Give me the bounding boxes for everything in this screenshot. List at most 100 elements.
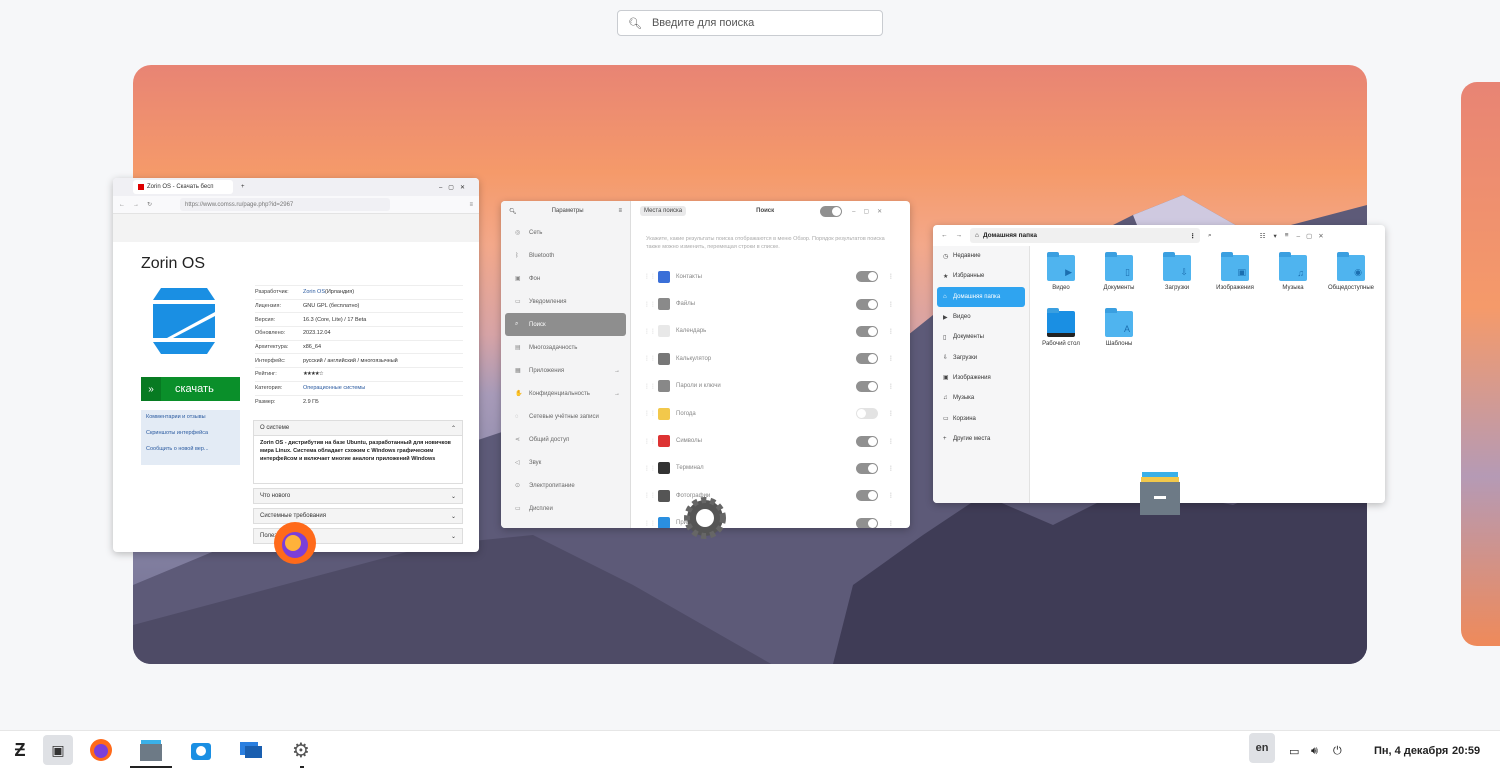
row-toggle[interactable] <box>856 271 878 283</box>
sidebar-item-multitasking[interactable]: ▤ Многозадачность <box>505 336 626 359</box>
sidebar-item-other[interactable]: + Другие места <box>937 429 1025 449</box>
files-window[interactable]: ← → ⌂ Домашняя папка ⋮ ⌕ ☷ ▾ ≡ –▢✕ ◷ Недавни… <box>933 225 1385 503</box>
more-icon[interactable]: ⋮ <box>1190 232 1197 240</box>
date-label[interactable]: Пн, 4 декабря <box>1374 745 1448 757</box>
window-controls[interactable]: –▢✕ <box>1297 232 1330 240</box>
more-icon[interactable]: ⋮ <box>888 301 894 308</box>
files-icon[interactable] <box>136 735 166 765</box>
more-icon[interactable]: ⋮ <box>888 465 894 472</box>
zorin-menu-icon[interactable]: Ƶ <box>5 735 35 765</box>
sidebar-item-sound[interactable]: ◁ Звук <box>505 451 626 474</box>
section-news[interactable]: Что нового ⌄ <box>253 488 463 504</box>
drag-handle-icon[interactable]: ⋮⋮ <box>644 492 658 499</box>
more-icon[interactable]: ⋮ <box>888 492 894 499</box>
sidebar-item-notifications[interactable]: ▭ Уведомления <box>505 290 626 313</box>
menu-icon[interactable]: ≡ <box>618 208 622 214</box>
sidebar-item-search[interactable]: ⌕ Поиск <box>505 313 626 336</box>
sidebar-item-music[interactable]: ♫ Музыка <box>937 388 1025 408</box>
sidebar-item-displays[interactable]: ▭ Дисплеи <box>505 497 626 520</box>
volume-icon[interactable]: 🔊︎ <box>1311 745 1318 758</box>
reload-icon[interactable]: ↻ <box>147 201 152 208</box>
search-provider-row[interactable]: ⋮⋮ Календарь ⋮ <box>644 318 894 345</box>
window-controls[interactable]: –▢✕ <box>439 184 471 191</box>
drag-handle-icon[interactable]: ⋮⋮ <box>644 410 658 417</box>
browser-tab[interactable]: Zorin OS - Скачать бесп <box>133 180 233 194</box>
more-icon[interactable]: ⋮ <box>888 410 894 417</box>
folder-documents[interactable]: ▯ Документы <box>1094 252 1144 291</box>
folder-desktop[interactable]: Рабочий стол <box>1036 308 1086 347</box>
folder-templates[interactable]: A Шаблоны <box>1094 308 1144 347</box>
sidebar-item-background[interactable]: ▣ Фон <box>505 267 626 290</box>
sidebar-item-sharing[interactable]: ⋖ Общий доступ <box>505 428 626 451</box>
folder-downloads[interactable]: ⇩ Загрузки <box>1152 252 1202 291</box>
link-comments[interactable]: Комментарии и отзывы <box>146 414 235 420</box>
search-icon[interactable]: 🔍︎ <box>509 208 517 215</box>
settings-icon[interactable]: ⚙ <box>286 735 316 765</box>
search-provider-row[interactable]: ⋮⋮ Пароли и ключи ⋮ <box>644 373 894 400</box>
display-icon[interactable]: ▭ <box>1289 745 1299 758</box>
keyboard-layout[interactable]: en <box>1249 733 1275 763</box>
row-toggle[interactable] <box>856 353 878 365</box>
forward-icon[interactable]: → <box>133 202 139 208</box>
folder-public[interactable]: ◉ Общедоступные <box>1326 252 1376 291</box>
search-provider-row[interactable]: ⋮⋮ Погода ⋮ <box>644 400 894 427</box>
row-toggle[interactable] <box>856 490 878 502</box>
more-icon[interactable]: ⋮ <box>888 273 894 280</box>
row-toggle[interactable] <box>856 380 878 392</box>
row-toggle[interactable] <box>856 298 878 310</box>
search-provider-row[interactable]: ⋮⋮ Калькулятор ⋮ <box>644 345 894 372</box>
sidebar-item-recent[interactable]: ◷ Недавние <box>937 246 1025 266</box>
more-icon[interactable]: ⋮ <box>888 383 894 390</box>
section-about[interactable]: О системе ⌃ <box>253 420 463 436</box>
sidebar-item-privacy[interactable]: ✋ Конфиденциальность → <box>505 382 626 405</box>
folder-videos[interactable]: ▶ Видео <box>1036 252 1086 291</box>
messages-icon[interactable] <box>236 735 266 765</box>
folder-pictures[interactable]: ▣ Изображения <box>1210 252 1260 291</box>
search-toggle[interactable] <box>820 205 843 217</box>
row-toggle[interactable] <box>856 435 878 447</box>
view-list-icon[interactable]: ☷ <box>1260 232 1266 240</box>
search-provider-row[interactable]: ⋮⋮ Терминал ⋮ <box>644 455 894 482</box>
workspaces-icon[interactable]: ▣ <box>43 735 73 765</box>
new-tab-icon[interactable]: + <box>241 184 245 190</box>
download-button[interactable]: » скачать <box>141 377 240 401</box>
time-label[interactable]: 20:59 <box>1452 745 1480 757</box>
link-screenshots[interactable]: Скриншоты интерфейса <box>146 430 235 436</box>
sidebar-item-trash[interactable]: ▭ Корзина <box>937 408 1025 428</box>
more-icon[interactable]: ⋮ <box>888 328 894 335</box>
developer-link[interactable]: Zorin OS <box>303 289 325 295</box>
row-toggle[interactable] <box>856 325 878 337</box>
sidebar-item-network[interactable]: ◎ Сеть <box>505 221 626 244</box>
chevron-down-icon[interactable]: ▾ <box>1273 232 1276 240</box>
more-icon[interactable]: ⋮ <box>888 520 894 527</box>
firefox-icon[interactable] <box>86 735 116 765</box>
sidebar-item-documents[interactable]: ▯ Документы <box>937 327 1025 347</box>
drag-handle-icon[interactable]: ⋮⋮ <box>644 273 658 280</box>
tab-search-locations[interactable]: Места поиска <box>640 206 687 216</box>
software-store-icon[interactable] <box>186 735 216 765</box>
sidebar-item-power[interactable]: ⊙ Электропитание <box>505 474 626 497</box>
sidebar-item-apps[interactable]: ▦ Приложения → <box>505 359 626 382</box>
sidebar-item-starred[interactable]: ★ Избранные <box>937 266 1025 286</box>
sidebar-item-pictures[interactable]: ▣ Изображения <box>937 368 1025 388</box>
sidebar-item-downloads[interactable]: ⇩ Загрузки <box>937 347 1025 367</box>
path-bar[interactable]: ⌂ Домашняя папка ⋮ <box>970 228 1200 243</box>
drag-handle-icon[interactable]: ⋮⋮ <box>644 301 658 308</box>
workspace-preview-2[interactable] <box>1461 82 1500 646</box>
drag-handle-icon[interactable]: ⋮⋮ <box>644 383 658 390</box>
row-toggle[interactable] <box>856 517 878 528</box>
link-report[interactable]: Сообщить о новой вер... <box>146 446 235 452</box>
drag-handle-icon[interactable]: ⋮⋮ <box>644 438 658 445</box>
url-bar[interactable]: https://www.comss.ru/page.php?id=2967 <box>180 198 391 211</box>
more-icon[interactable]: ⋮ <box>888 438 894 445</box>
search-icon[interactable]: ⌕ <box>1208 232 1212 240</box>
row-toggle[interactable] <box>856 408 878 420</box>
menu-icon[interactable]: ≡ <box>1285 232 1289 239</box>
settings-window[interactable]: 🔍︎ Параметры ≡ ◎ Сеть ᛒ Bluetooth ▣ Фон ▭ Увед… <box>501 201 910 528</box>
back-icon[interactable]: ← <box>119 202 125 208</box>
more-icon[interactable]: ⋮ <box>888 355 894 362</box>
menu-icon[interactable]: ≡ <box>469 202 473 208</box>
firefox-window[interactable]: Zorin OS - Скачать бесп + –▢✕ ← → ↻ https:… <box>113 178 479 552</box>
drag-handle-icon[interactable]: ⋮⋮ <box>644 328 658 335</box>
power-icon[interactable]: ⏻ <box>1333 745 1342 758</box>
